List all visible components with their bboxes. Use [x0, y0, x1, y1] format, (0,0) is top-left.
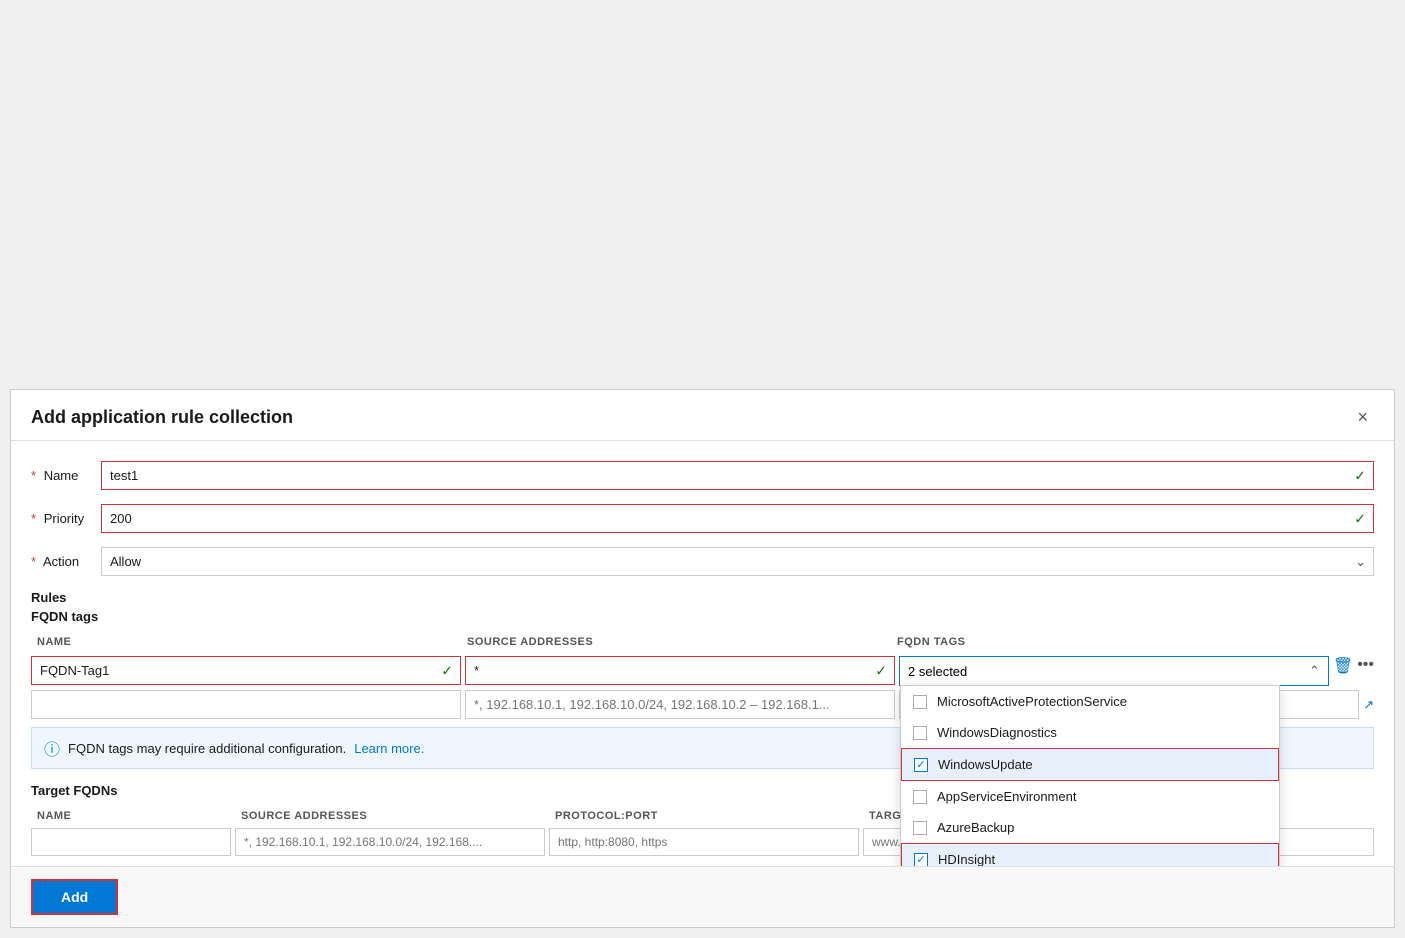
dropdown-item-1[interactable]: WindowsDiagnostics — [901, 717, 1279, 748]
priority-required-star: * — [31, 511, 36, 526]
info-text: FQDN tags may require additional configu… — [68, 741, 346, 756]
dropdown-item-0[interactable]: MicrosoftActiveProtectionService — [901, 686, 1279, 717]
fqdn-tags-dropdown: MicrosoftActiveProtectionService Windows… — [900, 685, 1280, 866]
fqdn-name-check-icon: ✓ — [441, 662, 453, 679]
checkbox-1[interactable] — [913, 726, 927, 740]
name-input-wrapper: ✓ — [101, 461, 1374, 490]
fqdn-selected-text: 2 selected — [908, 664, 967, 679]
checkbox-3[interactable] — [913, 790, 927, 804]
name-label-text: Name — [44, 468, 79, 483]
checkbox-4[interactable] — [913, 821, 927, 835]
action-required-star: * — [31, 554, 36, 569]
target-col-name: NAME — [31, 808, 231, 824]
fqdn-col-name: NAME — [31, 634, 461, 650]
fqdn-tags-selector[interactable]: 2 selected ⌃ MicrosoftActiveProtectionSe… — [899, 656, 1329, 686]
dialog-title: Add application rule collection — [31, 407, 293, 428]
dropdown-label-0: MicrosoftActiveProtectionService — [937, 694, 1127, 709]
fqdn-name-cell: ✓ — [31, 656, 461, 685]
fqdn-source-cell: ✓ — [465, 656, 895, 685]
fqdn-name-input[interactable] — [31, 656, 461, 685]
dropdown-item-2[interactable]: ✓ WindowsUpdate — [901, 748, 1279, 781]
target-name-input[interactable] — [31, 828, 231, 856]
dialog-header: Add application rule collection × — [11, 390, 1394, 441]
fqdn-source-input-2[interactable] — [465, 690, 895, 719]
trash-icon[interactable]: 🗑 — [1333, 656, 1353, 676]
dropdown-label-1: WindowsDiagnostics — [937, 725, 1057, 740]
fqdn-col-fqdn: FQDN TAGS — [891, 634, 1374, 650]
dropdown-item-4[interactable]: AzureBackup — [901, 812, 1279, 843]
target-source-input[interactable] — [235, 828, 545, 856]
dropdown-label-5: HDInsight — [938, 852, 995, 866]
priority-label: * Priority — [31, 511, 101, 526]
fqdn-tags-section-label: FQDN tags — [31, 609, 1374, 624]
fqdn-tags-header: NAME SOURCE ADDRESSES FQDN TAGS — [31, 634, 1374, 654]
dropdown-label-4: AzureBackup — [937, 820, 1014, 835]
learn-more-link[interactable]: Learn more. — [354, 741, 424, 756]
fqdn-source-input[interactable] — [465, 656, 895, 685]
action-select[interactable]: Allow Deny — [101, 547, 1374, 576]
checkbox-5[interactable]: ✓ — [914, 853, 928, 867]
target-col-protocol: PROTOCOL:PORT — [549, 808, 859, 824]
external-link-icon[interactable]: ↗ — [1363, 697, 1374, 713]
action-label-text: Action — [43, 554, 79, 569]
priority-label-text: Priority — [44, 511, 84, 526]
dropdown-label-3: AppServiceEnvironment — [937, 789, 1076, 804]
priority-row: * Priority ✓ — [31, 504, 1374, 533]
priority-input-wrapper: ✓ — [101, 504, 1374, 533]
name-check-icon: ✓ — [1354, 467, 1366, 484]
more-icon[interactable]: ••• — [1357, 656, 1374, 674]
name-label: * Name — [31, 468, 101, 483]
priority-input[interactable] — [101, 504, 1374, 533]
dropdown-item-3[interactable]: AppServiceEnvironment — [901, 781, 1279, 812]
info-icon: ⓘ — [44, 736, 60, 760]
fqdn-source-cell-2 — [465, 690, 895, 719]
dropdown-label-2: WindowsUpdate — [938, 757, 1033, 772]
action-row: * Action Allow Deny ⌄ — [31, 547, 1374, 576]
fqdn-name-input-2[interactable] — [31, 690, 461, 719]
add-rule-dialog: Add application rule collection × * Name… — [10, 389, 1395, 928]
name-row: * Name ✓ — [31, 461, 1374, 490]
name-required-star: * — [31, 468, 36, 483]
checkbox-2[interactable]: ✓ — [914, 758, 928, 772]
dialog-body: * Name ✓ * Priority ✓ — [11, 441, 1394, 866]
fqdn-tags-right: 2 selected ⌃ MicrosoftActiveProtectionSe… — [899, 656, 1374, 686]
action-label: * Action — [31, 554, 101, 569]
fqdn-col-source: SOURCE ADDRESSES — [461, 634, 891, 650]
fqdn-name-cell-2 — [31, 690, 461, 719]
fqdn-tags-row1: ✓ ✓ 2 selected ⌃ — [31, 656, 1374, 686]
name-input[interactable] — [101, 461, 1374, 490]
fqdn-source-check-icon: ✓ — [875, 662, 887, 679]
fqdn-tags-chevron-icon: ⌃ — [1309, 663, 1320, 679]
check-mark-5: ✓ — [916, 853, 925, 866]
close-button[interactable]: × — [1351, 406, 1374, 428]
check-mark-2: ✓ — [916, 758, 925, 771]
rules-section-label: Rules — [31, 590, 1374, 605]
fqdn-tags-selected-display[interactable]: 2 selected ⌃ — [900, 657, 1328, 685]
dropdown-item-5[interactable]: ✓ HDInsight — [901, 843, 1279, 866]
target-col-source: SOURCE ADDRESSES — [235, 808, 545, 824]
priority-check-icon: ✓ — [1354, 510, 1366, 527]
action-select-wrapper: Allow Deny ⌄ — [101, 547, 1374, 576]
checkbox-0[interactable] — [913, 695, 927, 709]
target-protocol-input[interactable] — [549, 828, 859, 856]
add-button[interactable]: Add — [31, 879, 118, 915]
